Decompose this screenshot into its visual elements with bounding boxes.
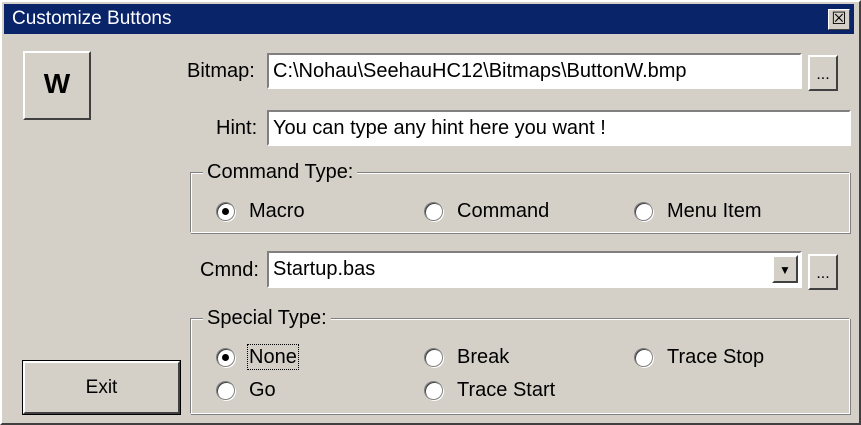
radio-trace-stop[interactable]: Trace Stop bbox=[634, 345, 764, 369]
radio-unchecked-icon bbox=[424, 347, 443, 367]
hint-label: Hint: bbox=[216, 117, 258, 139]
special-type-title: Special Type: bbox=[203, 307, 331, 329]
radio-unchecked-icon bbox=[216, 380, 235, 400]
command-type-group: Command Type: Macro Command Menu Item bbox=[190, 161, 850, 233]
close-icon: ☒ bbox=[831, 9, 847, 29]
radio-command[interactable]: Command bbox=[424, 199, 549, 223]
cmnd-dropdown-button[interactable]: ▼ bbox=[772, 255, 798, 283]
command-type-title: Command Type: bbox=[203, 161, 358, 183]
customize-buttons-dialog: Customize Buttons ☒ W Bitmap: C:\Nohau\S… bbox=[0, 0, 861, 425]
radio-none-label: None bbox=[247, 344, 299, 370]
cmnd-combobox[interactable]: Startup.bas bbox=[267, 251, 802, 288]
radio-menu-item-label: Menu Item bbox=[667, 200, 762, 222]
cmnd-label: Cmnd: bbox=[200, 259, 259, 281]
radio-break[interactable]: Break bbox=[424, 345, 509, 369]
button-preview[interactable]: W bbox=[23, 51, 91, 120]
radio-go-label: Go bbox=[249, 379, 276, 401]
bitmap-label: Bitmap: bbox=[187, 60, 255, 82]
special-type-group: Special Type: None Break Trace Stop Go T… bbox=[190, 307, 850, 414]
window-title: Customize Buttons bbox=[12, 8, 172, 29]
title-bar[interactable]: Customize Buttons ☒ bbox=[4, 4, 854, 34]
radio-unchecked-icon bbox=[634, 347, 653, 367]
radio-command-label: Command bbox=[457, 200, 550, 222]
radio-trace-start[interactable]: Trace Start bbox=[424, 378, 555, 402]
chevron-down-icon: ▼ bbox=[779, 263, 791, 277]
radio-menu-item[interactable]: Menu Item bbox=[634, 199, 761, 223]
radio-unchecked-icon bbox=[634, 201, 653, 221]
bitmap-path-field[interactable]: C:\Nohau\SeehauHC12\Bitmaps\ButtonW.bmp bbox=[267, 53, 802, 89]
radio-go[interactable]: Go bbox=[216, 378, 276, 402]
radio-macro-label: Macro bbox=[249, 200, 305, 222]
exit-button[interactable]: Exit bbox=[22, 360, 181, 415]
close-button[interactable]: ☒ bbox=[828, 9, 850, 30]
cmnd-value: Startup.bas bbox=[273, 258, 376, 280]
radio-checked-icon bbox=[216, 347, 235, 367]
cmnd-browse-button[interactable]: ... bbox=[808, 254, 838, 290]
radio-checked-icon bbox=[216, 201, 235, 221]
radio-trace-start-label: Trace Start bbox=[457, 379, 556, 401]
radio-macro[interactable]: Macro bbox=[216, 199, 305, 223]
hint-field[interactable]: You can type any hint here you want ! bbox=[267, 110, 851, 146]
radio-trace-stop-label: Trace Stop bbox=[667, 346, 765, 368]
radio-none[interactable]: None bbox=[216, 344, 299, 370]
radio-break-label: Break bbox=[457, 346, 510, 368]
radio-unchecked-icon bbox=[424, 201, 443, 221]
radio-unchecked-icon bbox=[424, 380, 443, 400]
bitmap-browse-button[interactable]: ... bbox=[808, 55, 838, 91]
